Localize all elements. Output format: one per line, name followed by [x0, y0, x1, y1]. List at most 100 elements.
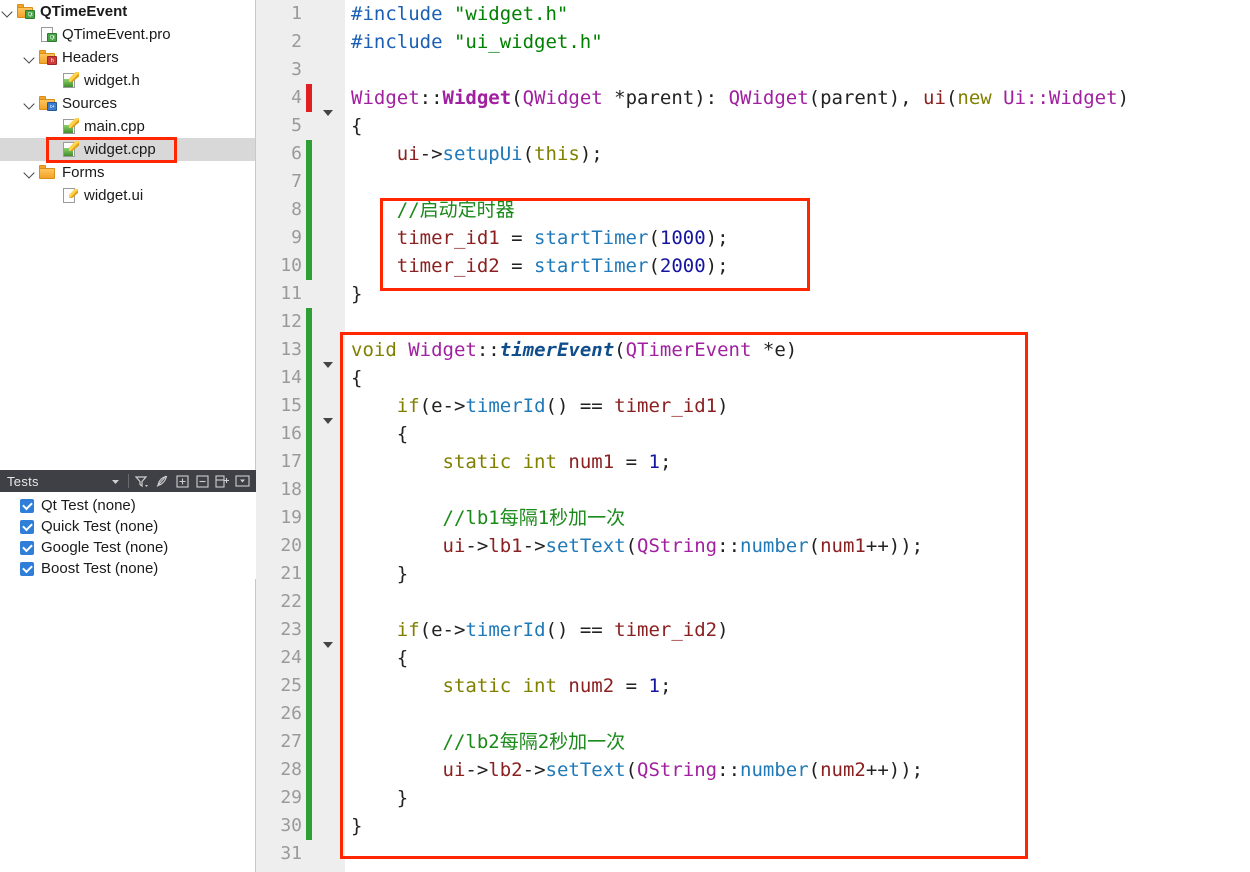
code-text: } — [351, 787, 409, 809]
code-line[interactable]: 15 if(e->timerId() == timer_id1) — [256, 392, 1250, 424]
code-line[interactable]: 16 { — [256, 420, 1250, 448]
code-line[interactable]: 25 static int num2 = 1; — [256, 672, 1250, 700]
change-bar-green — [306, 308, 312, 336]
chevron-down-icon[interactable] — [0, 4, 16, 20]
code-line[interactable]: 23 if(e->timerId() == timer_id2) — [256, 616, 1250, 648]
line-number: 30 — [280, 815, 302, 836]
code-text: { — [351, 115, 363, 137]
line-number: 14 — [280, 367, 302, 388]
code-line[interactable]: 1 #include "widget.h" — [256, 0, 1250, 28]
change-bar-green — [306, 168, 312, 196]
code-line[interactable]: 10 timer_id2 = startTimer(2000); — [256, 252, 1250, 280]
checkbox-checked-icon[interactable] — [20, 540, 34, 555]
code-lines[interactable]: 1 #include "widget.h" 2 #include "ui_widget… — [256, 0, 1250, 872]
code-text: Widget::Widget(QWidget *parent): QWidget… — [351, 87, 1130, 109]
code-line[interactable]: 31 — [256, 840, 1250, 868]
tree-item-label: QTimeEvent.pro — [62, 26, 171, 43]
code-line[interactable]: 4 Widget::Widget(QWidget *parent): QWidge… — [256, 84, 1250, 116]
line-number: 7 — [291, 171, 302, 192]
tree-item-widget-ui[interactable]: widget.ui — [0, 184, 255, 207]
line-number: 1 — [291, 3, 302, 24]
line-number: 13 — [280, 339, 302, 360]
tree-item-widget-h[interactable]: widget.h — [0, 69, 255, 92]
test-item-label: Google Test (none) — [41, 539, 169, 556]
code-line[interactable]: 26 — [256, 700, 1250, 728]
chevron-down-icon[interactable] — [22, 96, 38, 112]
change-bar-green — [306, 812, 312, 840]
tests-list: Qt Test (none) Quick Test (none) Google Te… — [0, 492, 256, 579]
code-editor[interactable]: 1 #include "widget.h" 2 #include "ui_widget… — [256, 0, 1250, 872]
tree-item-qtimeevent-pro[interactable]: Qt QTimeEvent.pro — [0, 23, 255, 46]
test-item[interactable]: Boost Test (none) — [0, 558, 256, 579]
code-line[interactable]: 28 ui->lb2->setText(QString::number(num2… — [256, 756, 1250, 784]
line-number: 16 — [280, 423, 302, 444]
test-item[interactable]: Google Test (none) — [0, 537, 256, 558]
code-line[interactable]: 22 — [256, 588, 1250, 616]
line-number: 10 — [280, 255, 302, 276]
line-number: 12 — [280, 311, 302, 332]
collapse-icon[interactable] — [192, 471, 212, 491]
tree-item-qtimeevent[interactable]: Qt QTimeEvent — [0, 0, 255, 23]
code-line[interactable]: 6 ui->setupUi(this); — [256, 140, 1250, 168]
code-text: { — [351, 647, 409, 669]
leaf-icon[interactable] — [152, 471, 172, 491]
tree-item-sources[interactable]: c+ Sources — [0, 92, 255, 115]
change-bar-green — [306, 728, 312, 756]
line-number: 28 — [280, 759, 302, 780]
change-bar-green — [306, 392, 312, 420]
options-dropdown-icon[interactable] — [232, 471, 252, 491]
change-bar-green — [306, 616, 312, 644]
code-line[interactable]: 29 } — [256, 784, 1250, 812]
change-bar-none — [306, 56, 312, 84]
change-bar-green — [306, 448, 312, 476]
test-item[interactable]: Quick Test (none) — [0, 516, 256, 537]
code-line[interactable]: 14 { — [256, 364, 1250, 392]
tree-item-forms[interactable]: Forms — [0, 161, 255, 184]
change-bar-none — [306, 0, 312, 28]
code-line[interactable]: 19 //lb1每隔1秒加一次 — [256, 504, 1250, 532]
checkbox-checked-icon[interactable] — [20, 561, 34, 576]
checkbox-checked-icon[interactable] — [20, 519, 34, 534]
tree-item-headers[interactable]: h Headers — [0, 46, 255, 69]
code-line[interactable]: 8 //启动定时器 — [256, 196, 1250, 224]
code-text: //lb1每隔1秒加一次 — [442, 507, 626, 529]
chevron-down-icon[interactable] — [22, 165, 38, 181]
code-line[interactable]: 24 { — [256, 644, 1250, 672]
change-bar-green — [306, 336, 312, 364]
chevron-down-icon[interactable] — [22, 50, 38, 66]
line-number: 31 — [280, 843, 302, 864]
expand-all-icon[interactable] — [212, 471, 232, 491]
tree-item-widget-cpp[interactable]: widget.cpp — [0, 138, 255, 161]
code-text: } — [351, 283, 363, 305]
filter-icon[interactable] — [132, 471, 152, 491]
code-line[interactable]: 30} — [256, 812, 1250, 840]
test-item[interactable]: Qt Test (none) — [0, 495, 256, 516]
code-line[interactable]: 3 — [256, 56, 1250, 84]
code-line[interactable]: 5{ — [256, 112, 1250, 140]
code-line[interactable]: 11} — [256, 280, 1250, 308]
change-bar-green — [306, 504, 312, 532]
code-line[interactable]: 21 } — [256, 560, 1250, 588]
chevron-down-icon[interactable] — [105, 471, 125, 491]
code-line[interactable]: 20 ui->lb1->setText(QString::number(num1… — [256, 532, 1250, 560]
code-line[interactable]: 18 — [256, 476, 1250, 504]
tree-item-main-cpp[interactable]: main.cpp — [0, 115, 255, 138]
code-text: ui->lb2->setText(QString::number(num2++)… — [442, 759, 924, 781]
change-bar-green — [306, 784, 312, 812]
code-line[interactable]: 12 — [256, 308, 1250, 336]
code-text: void Widget::timerEvent(QTimerEvent *e) — [351, 339, 798, 361]
code-line[interactable]: 9 timer_id1 = startTimer(1000); — [256, 224, 1250, 252]
line-number: 15 — [280, 395, 302, 416]
tests-panel-title: Tests — [7, 473, 39, 489]
code-text: if(e->timerId() == timer_id1) — [396, 395, 729, 417]
code-line[interactable]: 27 //lb2每隔2秒加一次 — [256, 728, 1250, 756]
code-line[interactable]: 7 — [256, 168, 1250, 196]
code-line[interactable]: 13 void Widget::timerEvent(QTimerEvent *e… — [256, 336, 1250, 368]
checkbox-checked-icon[interactable] — [20, 498, 34, 513]
expand-icon[interactable] — [172, 471, 192, 491]
sources-folder-icon: c+ — [39, 95, 57, 112]
code-line[interactable]: 17 static int num1 = 1; — [256, 448, 1250, 476]
code-line[interactable]: 2 #include "ui_widget.h" — [256, 28, 1250, 56]
